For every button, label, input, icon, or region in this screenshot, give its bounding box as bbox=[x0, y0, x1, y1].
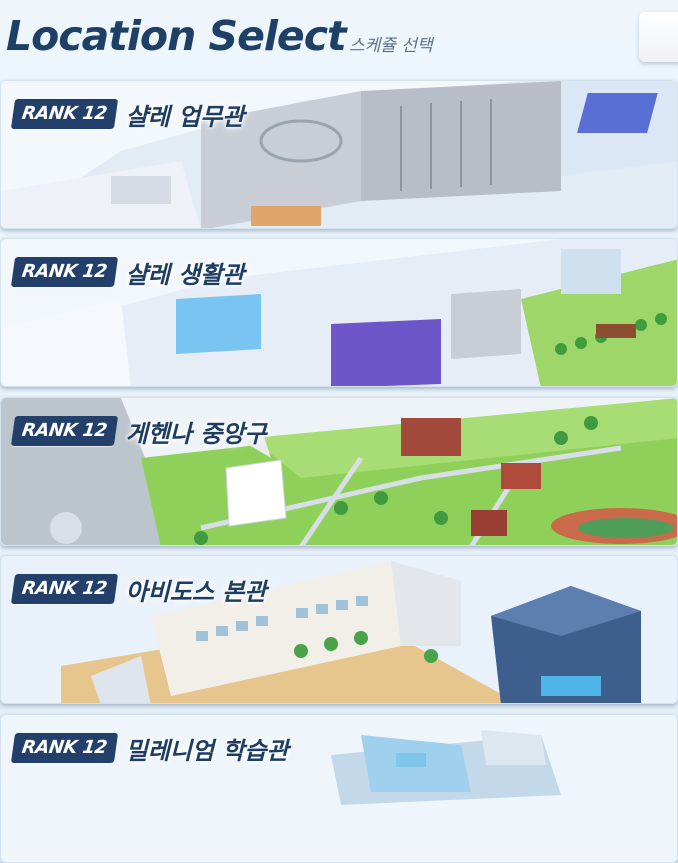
location-name: 게헨나 중앙구 bbox=[125, 419, 267, 448]
location-card-schale-office[interactable]: RANK 12 샬레 업무관 bbox=[0, 80, 678, 229]
location-card-millennium-study[interactable]: RANK 12 밀레니엄 학습관 bbox=[0, 714, 678, 863]
location-card-schale-residence[interactable]: RANK 12 샬레 생활관 bbox=[0, 238, 678, 387]
location-card-gehenna-central[interactable]: RANK 12 게헨나 중앙구 bbox=[0, 397, 678, 546]
location-name: 샬레 업무관 bbox=[125, 102, 245, 131]
rank-badge: RANK 12 bbox=[10, 574, 118, 604]
page-subtitle: 스케쥴 선택 bbox=[349, 36, 433, 56]
location-name: 밀레니엄 학습관 bbox=[125, 736, 289, 765]
location-name: 샬레 생활관 bbox=[125, 260, 245, 289]
rank-badge: RANK 12 bbox=[10, 99, 118, 129]
rank-badge: RANK 12 bbox=[10, 257, 118, 287]
header: Location Select 스케쥴 선택 bbox=[0, 0, 678, 76]
header-action-button[interactable] bbox=[639, 12, 678, 62]
location-name: 아비도스 본관 bbox=[125, 577, 267, 606]
rank-badge: RANK 12 bbox=[10, 416, 118, 446]
location-card-abydos-main[interactable]: RANK 12 아비도스 본관 bbox=[0, 555, 678, 704]
page-title: Location Select bbox=[6, 12, 347, 60]
rank-badge: RANK 12 bbox=[10, 733, 118, 763]
